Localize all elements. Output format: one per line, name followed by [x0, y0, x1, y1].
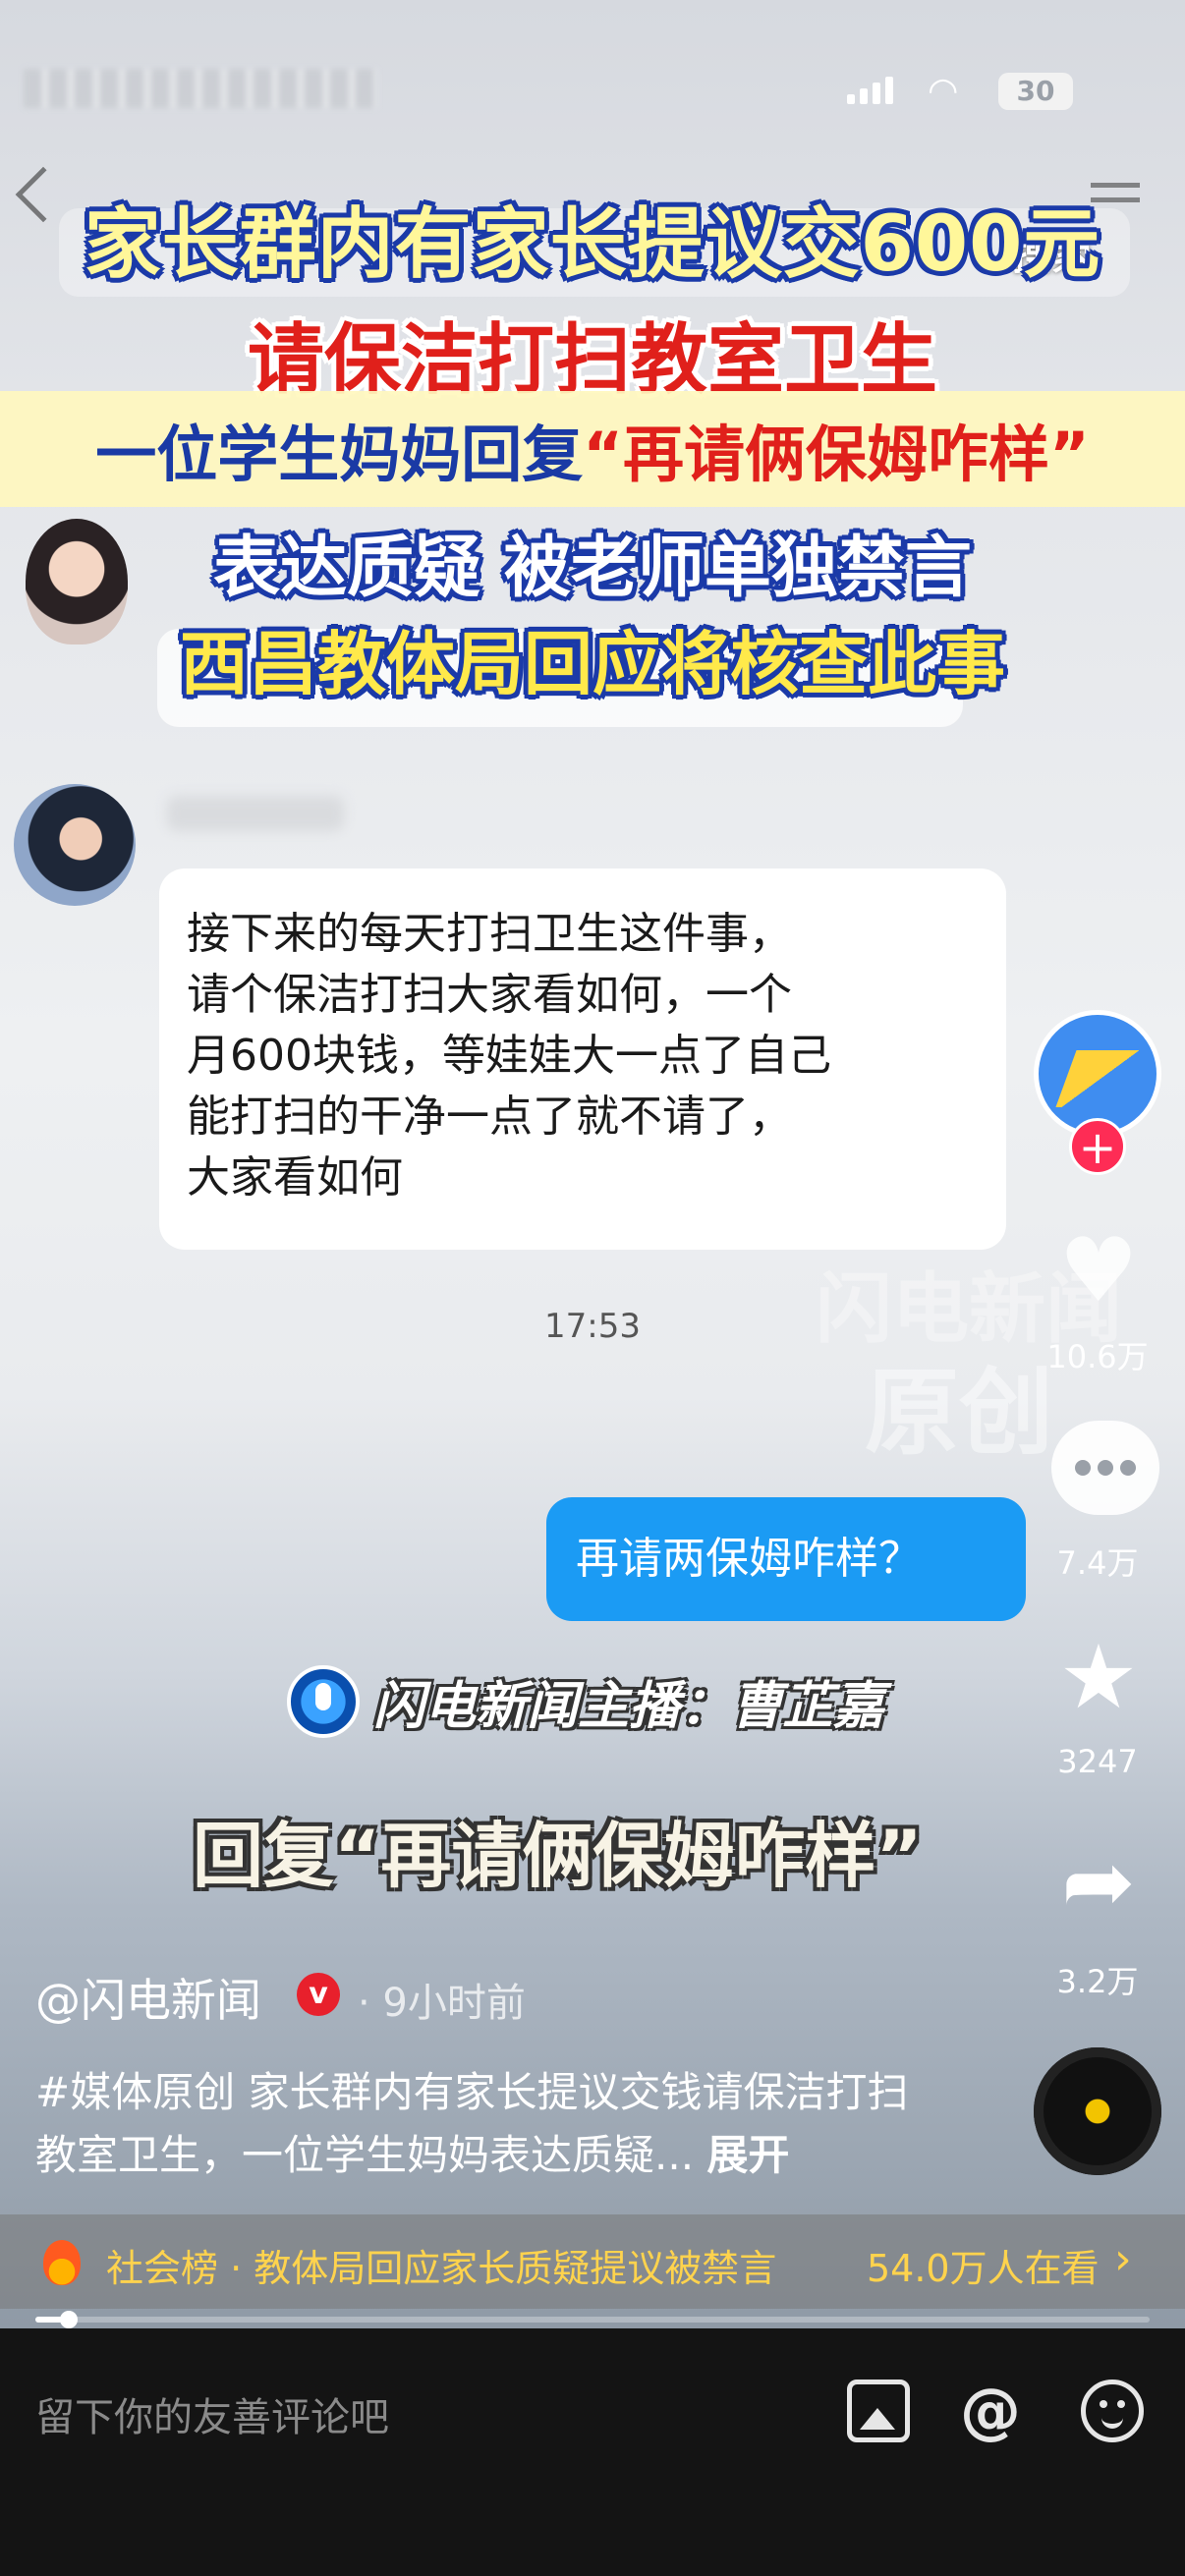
- microphone-icon: [287, 1664, 360, 1738]
- progress-handle[interactable]: [60, 2311, 79, 2328]
- post-time: · 9小时前: [358, 1981, 526, 2026]
- battery-icon: 30: [998, 73, 1073, 110]
- comment-icon[interactable]: [1051, 1421, 1159, 1515]
- headline-line-3-part-b: “再请俩保姆咋样”: [583, 419, 1090, 490]
- status-bar: ◠ 30: [0, 59, 1185, 128]
- comment-count: 7.4万: [1056, 1544, 1139, 1582]
- anchor-name: 闪电新闻主播：曹芷嘉: [373, 1677, 885, 1736]
- like-heart-icon[interactable]: ♥: [1049, 1222, 1148, 1320]
- mention-at-icon[interactable]: @: [959, 2380, 1022, 2442]
- expand-link[interactable]: 展开: [706, 2131, 789, 2179]
- video-progress-bar[interactable]: [35, 2311, 1150, 2328]
- music-disc-icon[interactable]: [1034, 2047, 1161, 2175]
- video-description: #媒体原创 家长群内有家长提议交钱请保洁打扫教室卫生，一位学生妈妈表达质疑...…: [35, 2061, 920, 2187]
- video-player[interactable]: ◠ 30 搜索 家长群内有家长提议交600元 请保洁打扫教室卫生 一位学生妈妈回…: [0, 0, 1185, 2328]
- headline-line-1: 家长群内有家长提议交600元: [84, 200, 1101, 289]
- image-icon[interactable]: [847, 2380, 910, 2442]
- chat-bubble-incoming: 接下来的每天打扫卫生这件事， 请个保洁打扫大家看如何，一个 月600块钱，等娃娃…: [159, 868, 1006, 1250]
- favorite-count: 3247: [1057, 1743, 1138, 1780]
- comment-input[interactable]: 留下你的友善评论吧: [35, 2385, 389, 2442]
- verified-badge-icon: v: [297, 1973, 340, 2016]
- watermark-text: 原创: [865, 1358, 1053, 1468]
- favorite-star-icon[interactable]: ★: [1049, 1629, 1148, 1727]
- like-count: 10.6万: [1046, 1338, 1149, 1375]
- fire-icon: [43, 2240, 81, 2285]
- headline-line-3-part-a: 一位学生妈妈回复: [95, 419, 584, 490]
- blurred-sender-name: [167, 796, 344, 831]
- chat-message-text: 接下来的每天打扫卫生这件事， 请个保洁打扫大家看如何，一个 月600块钱，等娃娃…: [187, 909, 831, 1203]
- video-subtitle: 回复“再请俩保姆咋样”: [193, 1815, 923, 1897]
- chat-timestamp: 17:53: [544, 1307, 641, 1346]
- share-arrow-icon[interactable]: ➦: [1049, 1833, 1148, 1932]
- status-time-blurred: [24, 69, 377, 108]
- headline-line-3: 一位学生妈妈回复“再请俩保姆咋样”: [0, 405, 1185, 493]
- viewer-count: 54.0万人在看: [867, 2247, 1100, 2290]
- headline-line-4: 表达质疑 被老师单独禁言: [213, 530, 972, 607]
- author-name[interactable]: @闪电新闻: [35, 1965, 261, 2030]
- chat-bubble-outgoing: 再请两保姆咋样？: [546, 1497, 1026, 1621]
- wifi-icon: ◠: [928, 71, 959, 111]
- chat-avatar: [14, 784, 136, 906]
- anchor-credit: 闪电新闻主播：曹芷嘉: [287, 1664, 884, 1738]
- headline-line-5: 西昌教体局回应将核查此事: [180, 624, 1005, 704]
- share-count: 3.2万: [1056, 1963, 1139, 2000]
- chevron-right-icon: ›: [1114, 2234, 1132, 2284]
- emoji-icon[interactable]: [1081, 2380, 1144, 2442]
- signal-icon: [847, 77, 893, 104]
- comment-bar: 留下你的友善评论吧 @: [0, 2328, 1185, 2576]
- follow-plus-button[interactable]: +: [1069, 1118, 1126, 1175]
- ticker-title: 社会榜 · 教体局回应家长质疑提议被禁言: [106, 2247, 777, 2290]
- hot-list-ticker[interactable]: 社会榜 · 教体局回应家长质疑提议被禁言 54.0万人在看 ›: [0, 2214, 1185, 2309]
